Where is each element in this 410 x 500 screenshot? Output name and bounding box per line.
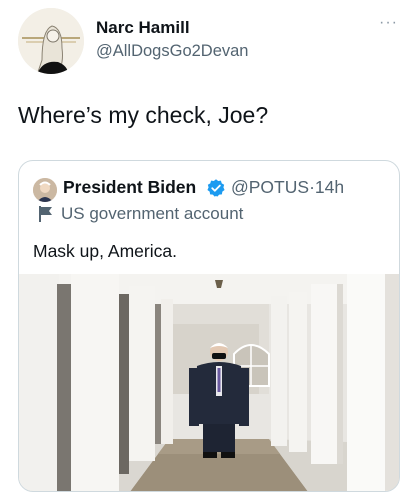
- quoted-tweet-text: Mask up, America.: [33, 241, 177, 261]
- flag-icon: [39, 206, 52, 222]
- quoted-author-avatar[interactable]: [33, 178, 57, 202]
- quoted-avatar-illustration: [33, 178, 57, 202]
- quoted-handle-and-time[interactable]: @POTUS·14h: [231, 177, 344, 198]
- quoted-tweet-photo[interactable]: [19, 274, 399, 492]
- quoted-author-handle: @POTUS: [231, 177, 310, 197]
- author-handle[interactable]: @AllDogsGo2Devan: [96, 42, 249, 61]
- quoted-tweet-card[interactable]: President Biden @POTUS·14h US government…: [18, 160, 400, 492]
- author-name[interactable]: Narc Hamill: [96, 18, 190, 38]
- quoted-timestamp[interactable]: 14h: [315, 177, 344, 197]
- tweet-text: Where’s my check, Joe?: [18, 102, 269, 128]
- government-account-label: US government account: [61, 204, 244, 223]
- avatar-illustration: [18, 8, 84, 74]
- author-avatar[interactable]: [18, 8, 84, 74]
- more-options-icon[interactable]: ···: [379, 14, 398, 32]
- verified-badge-icon: [207, 179, 225, 197]
- quoted-author-name[interactable]: President Biden: [63, 177, 196, 198]
